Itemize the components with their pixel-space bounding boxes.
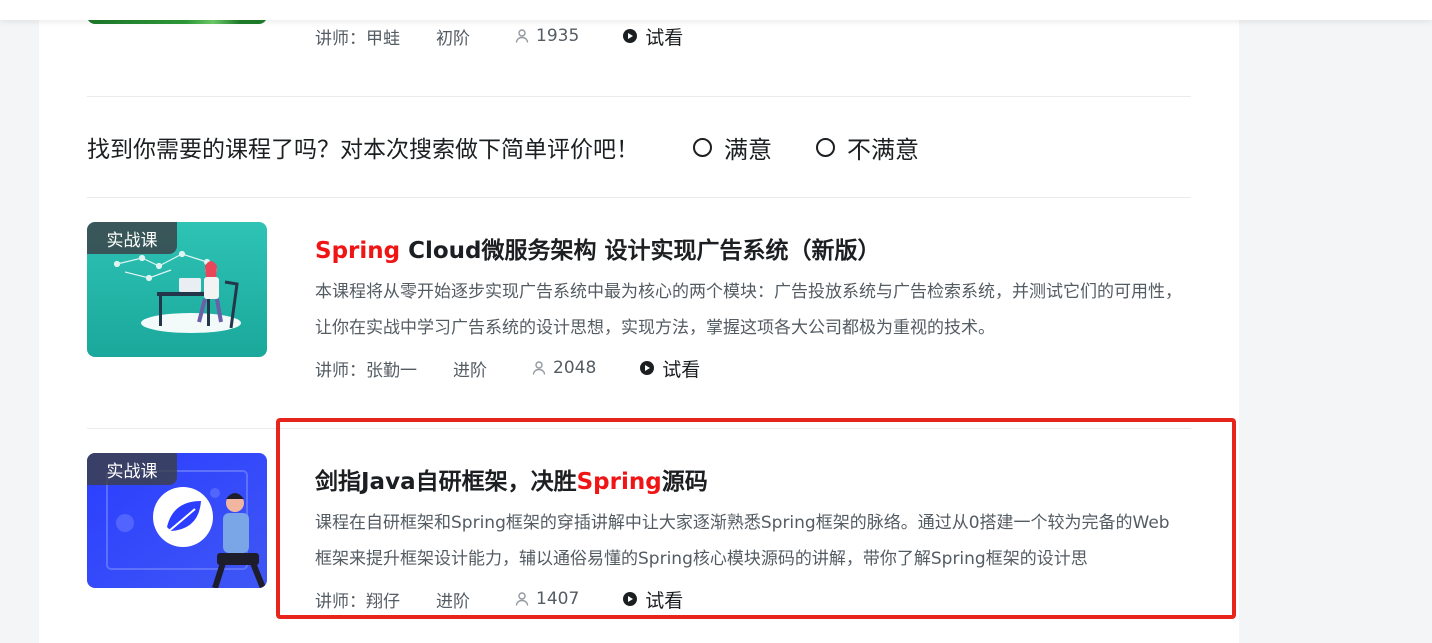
survey-option-satisfied[interactable]: 满意 (693, 130, 772, 165)
course-thumbnail[interactable]: 实战课 (87, 453, 267, 588)
user-icon (515, 592, 529, 606)
course-type-tag: 实战课 (87, 453, 177, 485)
trial-button[interactable]: 试看 (640, 355, 700, 382)
course-description: 本课程将从零开始逐步实现广告系统中最为核心的两个模块：广告投放系统与广告检索系统… (315, 282, 1182, 338)
divider (87, 96, 1191, 97)
student-count: 1407 (514, 589, 579, 609)
title-highlight: Spring (576, 469, 662, 495)
teacher-label: 讲师：甲蛙 (315, 28, 400, 49)
play-icon (623, 592, 638, 606)
title-text: 源码 (661, 469, 708, 495)
divider (87, 428, 1191, 429)
title-highlight: Spring (315, 238, 401, 264)
student-count: 1935 (514, 26, 579, 46)
level-label: 初阶 (436, 28, 470, 49)
level-label: 进阶 (436, 591, 470, 612)
survey-option-unsatisfied[interactable]: 不满意 (816, 130, 919, 165)
teacher-label: 讲师：张勤一 (315, 360, 417, 381)
course-description: 课程在自研框架和Spring框架的穿插讲解中让大家逐渐熟悉Spring框架的脉络… (315, 513, 1170, 569)
play-icon (623, 29, 638, 43)
radio-icon[interactable] (693, 137, 712, 157)
course-meta-previous: 讲师：甲蛙 初阶 1935 试看 (315, 23, 683, 49)
survey-question: 找到你需要的课程了吗？对本次搜索做下简单评价吧！ (87, 137, 639, 163)
title-text: Cloud微服务架构 设计实现广告系统（新版） (400, 238, 881, 264)
search-results-panel: 讲师：甲蛙 初阶 1935 试看 找到你需要的课程了吗？对本次搜索做下简单评价吧… (39, 0, 1239, 643)
course-meta: 讲师：张勤一 进阶 2048 试看 (315, 355, 700, 381)
course-title[interactable]: Spring Cloud微服务架构 设计实现广告系统（新版） (315, 231, 881, 265)
user-icon (515, 29, 529, 43)
top-header-bar (0, 0, 1432, 20)
play-icon (640, 361, 655, 375)
search-feedback-survey: 找到你需要的课程了吗？对本次搜索做下简单评价吧！ 满意 不满意 (87, 125, 1191, 169)
teacher-label: 讲师：翔仔 (315, 591, 400, 612)
trial-button[interactable]: 试看 (623, 586, 683, 613)
level-label: 进阶 (453, 360, 487, 381)
divider (87, 197, 1191, 198)
course-meta: 讲师：翔仔 进阶 1407 试看 (315, 586, 683, 612)
radio-icon[interactable] (816, 137, 835, 157)
student-count: 2048 (531, 358, 596, 378)
course-title[interactable]: 剑指Java自研框架，决胜Spring源码 (315, 462, 708, 496)
title-text: 剑指Java自研框架，决胜 (315, 469, 577, 495)
course-type-tag: 实战课 (87, 222, 177, 254)
trial-button[interactable]: 试看 (623, 23, 683, 50)
user-icon (532, 361, 546, 375)
course-thumbnail[interactable]: 实战课 (87, 222, 267, 357)
